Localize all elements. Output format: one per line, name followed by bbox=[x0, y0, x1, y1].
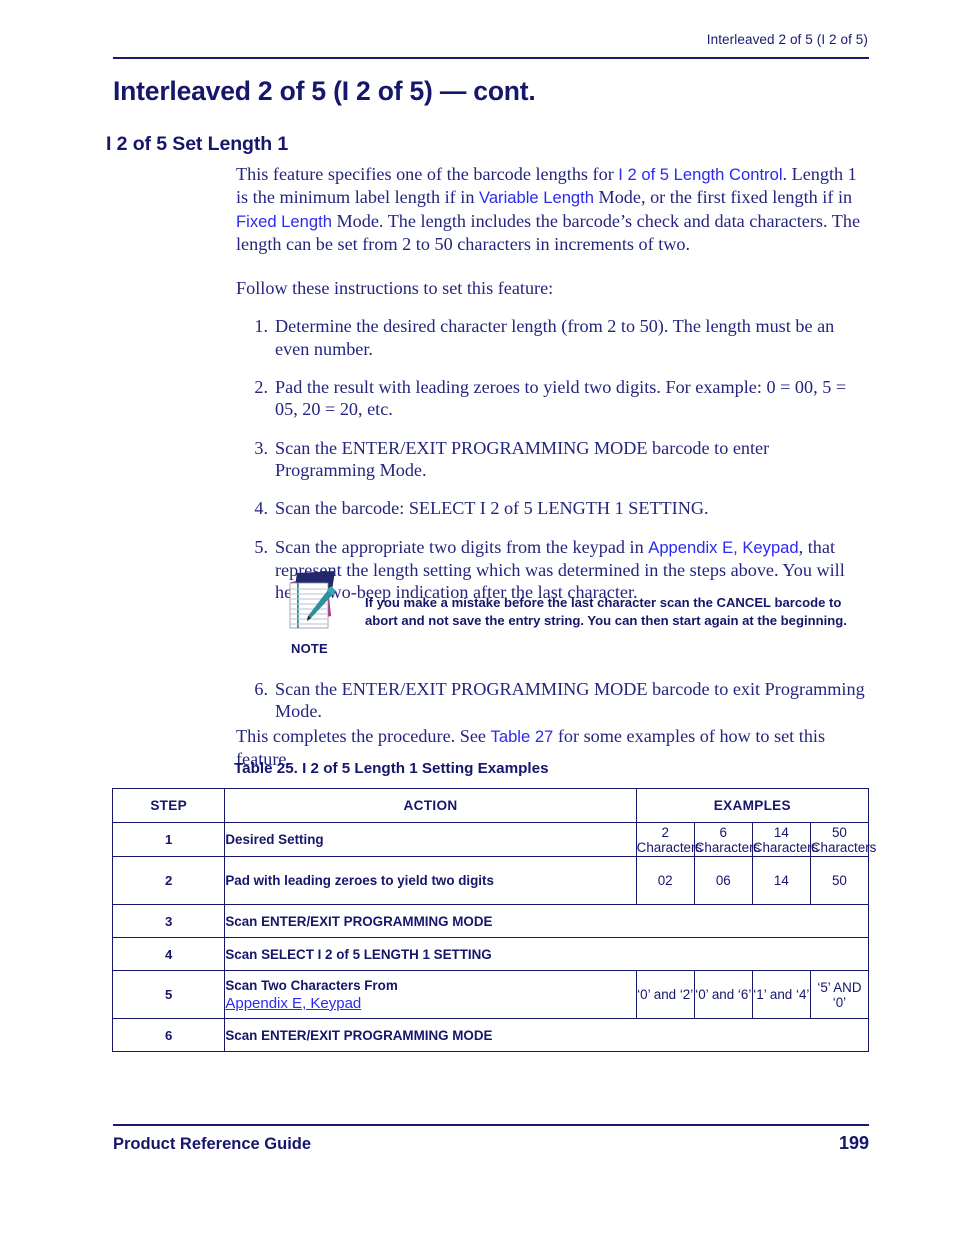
footer-page-number: 199 bbox=[838, 1133, 869, 1153]
column-header-step: STEP bbox=[111, 788, 226, 823]
link-appendix-e-keypad-table[interactable]: Appendix E, Keypad bbox=[225, 995, 635, 1012]
list-item-number: 5. bbox=[254, 536, 268, 557]
list-item-text-part1: Scan the appropriate two digits from the… bbox=[275, 536, 649, 557]
link-appendix-e-keypad[interactable]: Appendix E, Keypad bbox=[648, 538, 798, 557]
table-row: 3 Scan ENTER/EXIT PROGRAMMING MODE bbox=[111, 904, 869, 938]
list-item-number: 3. bbox=[254, 437, 268, 458]
list-item-text: Scan the barcode: SELECT I 2 of 5 LENGTH… bbox=[275, 498, 709, 519]
cell-step: 5 bbox=[111, 970, 226, 1019]
cell-example: 50 bbox=[809, 856, 870, 905]
cell-action: Desired Setting bbox=[224, 822, 637, 857]
steps-list: 1. Determine the desired character length… bbox=[236, 315, 870, 603]
cell-example: 6 Characters bbox=[693, 822, 761, 857]
page-title: Interleaved 2 of 5 (I 2 of 5) — cont. bbox=[113, 76, 536, 106]
link-table-27[interactable]: Table 27 bbox=[491, 727, 554, 746]
cell-example: 50 Characters bbox=[809, 822, 877, 857]
list-item-number: 1. bbox=[254, 316, 268, 337]
cell-example: ‘5’ AND ‘0’ bbox=[809, 970, 870, 1019]
list-item-number: 4. bbox=[254, 498, 268, 519]
table-head: STEP ACTION EXAMPLES bbox=[111, 788, 870, 823]
list-item: 3. Scan the ENTER/EXIT PROGRAMMING MODE b… bbox=[236, 437, 870, 482]
table-body: 1 Desired Setting 2 Characters 6 Charact… bbox=[111, 822, 877, 1052]
page-footer: Product Reference Guide 199 bbox=[113, 1133, 869, 1154]
intro-text-1: This feature specifies one of the barcod… bbox=[236, 164, 619, 184]
instructions-lead-in: Follow these instructions to set this fe… bbox=[236, 278, 554, 299]
cell-action: Scan ENTER/EXIT PROGRAMMING MODE bbox=[224, 1018, 869, 1052]
list-item-number: 6. bbox=[254, 679, 268, 699]
closing-text-1: This completes the procedure. See bbox=[236, 725, 491, 746]
list-item: 4. Scan the barcode: SELECT I 2 of 5 LENG… bbox=[236, 497, 870, 519]
cell-action: Scan ENTER/EXIT PROGRAMMING MODE bbox=[224, 904, 869, 938]
column-header-action: ACTION bbox=[224, 788, 637, 823]
link-i2of5-length-control[interactable]: I 2 of 5 Length Control bbox=[618, 165, 782, 184]
section-heading: I 2 of 5 Set Length 1 bbox=[106, 133, 289, 155]
cell-action: Pad with leading zeroes to yield two dig… bbox=[224, 856, 637, 905]
steps-list-continued: 6. Scan the ENTER/EXIT PROGRAMMING MODE b… bbox=[236, 678, 870, 723]
examples-table-wrapper: STEP ACTION EXAMPLES 1 Desired Setting 2… bbox=[111, 788, 877, 1052]
cell-example: 06 bbox=[693, 856, 753, 905]
list-item: 2. Pad the result with leading zeroes to … bbox=[236, 376, 870, 421]
table-row: 2 Pad with leading zeroes to yield two d… bbox=[111, 856, 870, 905]
cell-action-text: Scan Two Characters From bbox=[225, 978, 398, 993]
table-header-row: STEP ACTION EXAMPLES bbox=[111, 788, 870, 823]
cell-step: 4 bbox=[111, 937, 226, 971]
cell-step: 6 bbox=[111, 1018, 226, 1052]
header-rule bbox=[113, 57, 869, 59]
notepad-pencil-icon bbox=[283, 570, 341, 630]
table-caption: Table 25. I 2 of 5 Length 1 Setting Exam… bbox=[234, 760, 549, 777]
column-header-examples: EXAMPLES bbox=[635, 788, 870, 823]
footer-rule bbox=[113, 1124, 869, 1126]
running-header: Interleaved 2 of 5 (I 2 of 5) bbox=[706, 32, 868, 47]
list-item: 6. Scan the ENTER/EXIT PROGRAMMING MODE b… bbox=[236, 678, 870, 723]
cell-example: 14 Characters bbox=[751, 822, 819, 857]
cell-action: Scan Two Characters From Appendix E, Key… bbox=[224, 970, 637, 1019]
list-item-number: 2. bbox=[254, 377, 268, 398]
note-text: If you make a mistake before the last ch… bbox=[365, 595, 847, 628]
cell-example: 02 bbox=[635, 856, 695, 905]
footer-title: Product Reference Guide bbox=[113, 1135, 312, 1153]
cell-example: ‘0’ and ‘6’ bbox=[693, 970, 753, 1019]
examples-table: STEP ACTION EXAMPLES 1 Desired Setting 2… bbox=[111, 788, 877, 1052]
list-item-text: Pad the result with leading zeroes to yi… bbox=[275, 377, 847, 420]
cell-step: 2 bbox=[111, 856, 226, 905]
cell-step: 3 bbox=[111, 904, 226, 938]
table-row: 4 Scan SELECT I 2 of 5 LENGTH 1 SETTING bbox=[111, 937, 869, 971]
note-label: NOTE bbox=[291, 641, 328, 656]
table-row: 1 Desired Setting 2 Characters 6 Charact… bbox=[111, 822, 877, 857]
cell-step: 1 bbox=[111, 822, 226, 857]
intro-text-3: Mode, or the first fixed length if in bbox=[594, 187, 853, 208]
cell-example: ‘0’ and ‘2’ bbox=[635, 970, 695, 1019]
body-content: This feature specifies one of the barcod… bbox=[236, 163, 870, 603]
document-page: Interleaved 2 of 5 (I 2 of 5) Interleave… bbox=[0, 0, 954, 1235]
list-item-text: Determine the desired character length (… bbox=[275, 316, 835, 359]
cell-action: Scan SELECT I 2 of 5 LENGTH 1 SETTING bbox=[224, 937, 869, 971]
cell-example: 14 bbox=[751, 856, 811, 905]
table-row: 5 Scan Two Characters From Appendix E, K… bbox=[111, 970, 870, 1019]
table-row: 6 Scan ENTER/EXIT PROGRAMMING MODE bbox=[111, 1018, 869, 1052]
link-variable-length[interactable]: Variable Length bbox=[479, 188, 594, 207]
intro-paragraph: This feature specifies one of the barcod… bbox=[236, 163, 870, 255]
list-item-text: Scan the ENTER/EXIT PROGRAMMING MODE bar… bbox=[275, 437, 770, 480]
link-fixed-length[interactable]: Fixed Length bbox=[236, 212, 332, 231]
list-item: 1. Determine the desired character length… bbox=[236, 315, 870, 360]
cell-example: ‘1’ and ‘4’ bbox=[751, 970, 811, 1019]
cell-example: 2 Characters bbox=[635, 822, 703, 857]
list-item-text: Scan the ENTER/EXIT PROGRAMMING MODE bar… bbox=[275, 679, 865, 722]
